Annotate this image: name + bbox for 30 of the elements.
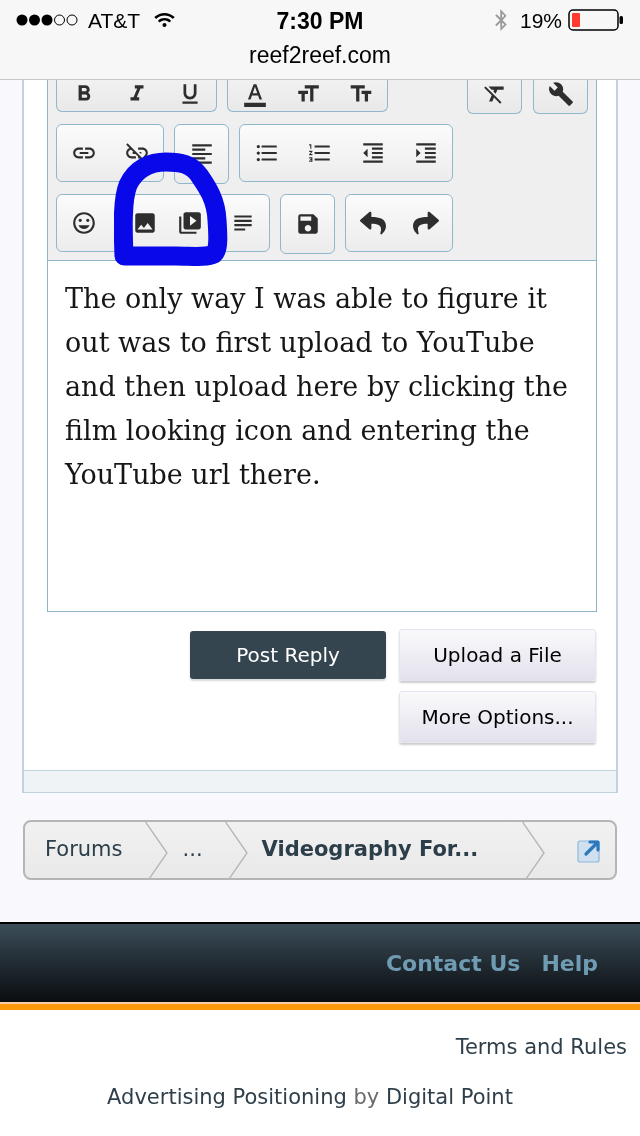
breadcrumb-link[interactable]: ... — [167, 822, 225, 878]
redo-icon — [412, 210, 439, 236]
form-action-button[interactable]: More Options... — [399, 691, 596, 743]
terms-link[interactable]: Terms and Rules — [455, 1032, 627, 1062]
wrench-button[interactable] — [533, 80, 588, 114]
credit-text: Advertising Positioning by Digital Point — [107, 1084, 513, 1111]
clock-time: 7:30 PM — [276, 8, 364, 34]
form-action-button[interactable]: Upload a File — [399, 629, 596, 681]
wrench-icon — [547, 81, 574, 107]
breadcrumb-link[interactable]: Videography For... — [247, 822, 523, 878]
post-reply-button[interactable]: Post Reply — [190, 631, 386, 679]
text-color-icon — [241, 81, 268, 107]
signal-strength-icon — [16, 14, 78, 26]
url-address[interactable]: reef2reef.com — [249, 43, 391, 67]
clear-formatting-button[interactable] — [467, 80, 522, 114]
battery-icon — [568, 9, 624, 31]
wifi-icon — [154, 12, 176, 28]
company-link[interactable]: Digital Point — [385, 1085, 513, 1109]
undo-icon — [359, 210, 386, 236]
credit-link[interactable]: Advertising Positioning — [107, 1085, 347, 1109]
footer-link[interactable]: Help — [541, 946, 598, 980]
smiley-icon — [70, 210, 97, 236]
carrier-name: AT&T — [88, 9, 141, 31]
film-icon — [176, 210, 203, 236]
external-link-icon — [577, 837, 603, 863]
bluetooth-icon — [493, 9, 508, 31]
battery-percentage: 19% — [519, 9, 562, 31]
footer-link[interactable]: Contact Us — [385, 946, 521, 980]
save-button[interactable] — [280, 194, 335, 254]
breadcrumb-link[interactable]: Forums — [25, 822, 145, 878]
